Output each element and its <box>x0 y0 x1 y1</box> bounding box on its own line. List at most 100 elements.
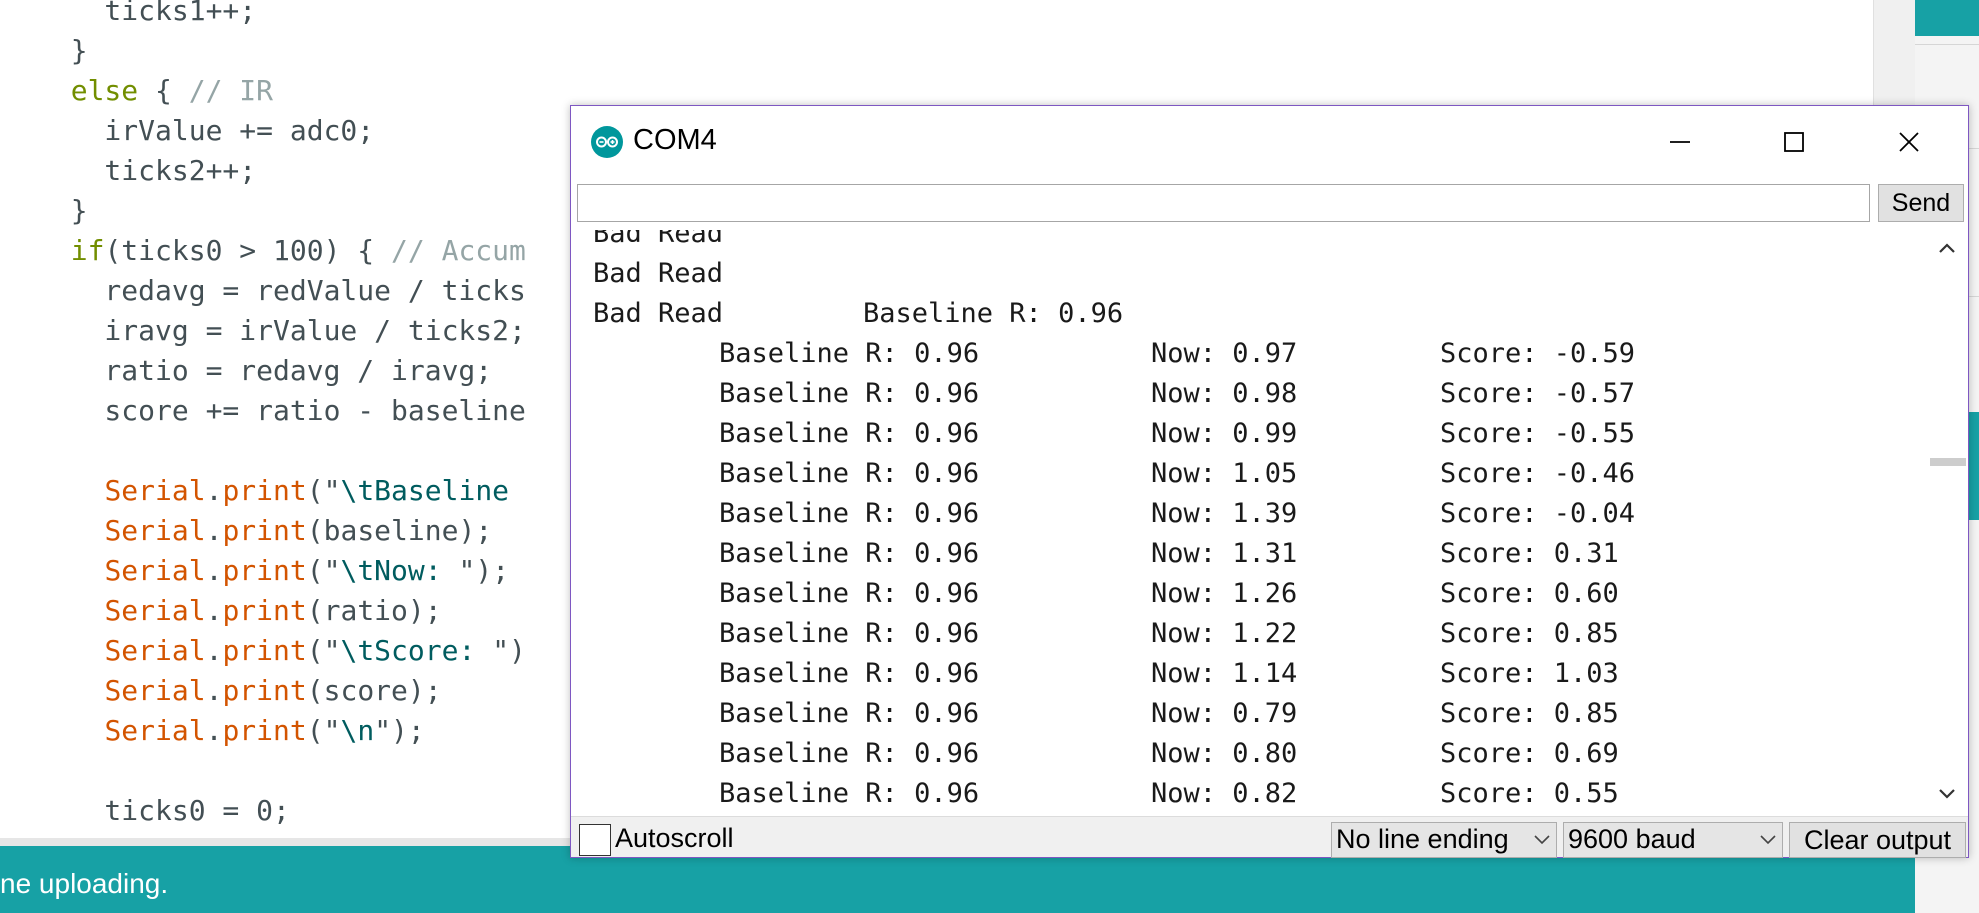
code-line: ticks0 = 0; <box>37 791 290 831</box>
code-token: Serial <box>104 554 206 587</box>
line-ending-value: No line ending <box>1336 824 1509 854</box>
serial-input[interactable] <box>577 184 1870 222</box>
output-text: Score: -0.57 <box>1440 378 1636 409</box>
send-row: Send <box>571 178 1968 230</box>
output-text: Now: 0.99 <box>1151 418 1298 449</box>
code-token: . <box>205 514 223 547</box>
status-message: ne uploading. <box>0 868 169 899</box>
code-token: Serial <box>104 474 206 507</box>
right-panel-tab <box>1915 0 1979 36</box>
output-line: Baseline R: 0.96 Now: 0.82 Score: 0.55 <box>593 774 1913 814</box>
scroll-thumb[interactable] <box>1930 458 1966 466</box>
output-text: Now: 0.82 <box>1151 778 1298 809</box>
output-text: Baseline R: 0.96 <box>719 418 980 449</box>
code-token: print <box>222 474 307 507</box>
output-text: Now: 1.05 <box>1151 458 1298 489</box>
code-token: Serial <box>104 634 206 667</box>
title-bar[interactable]: COM4 <box>571 106 1968 178</box>
output-text: Now: 0.97 <box>1151 338 1298 369</box>
code-line: if(ticks0 > 100) { // Accum <box>37 231 526 271</box>
code-token: print <box>222 554 307 587</box>
output-text: Score: -0.46 <box>1440 458 1636 489</box>
code-token: { <box>138 74 189 107</box>
baud-rate-value: 9600 baud <box>1568 824 1696 854</box>
line-ending-select[interactable]: No line ending <box>1331 822 1557 858</box>
output-text: Bad Read <box>593 298 724 329</box>
minimize-button[interactable] <box>1625 106 1735 178</box>
code-token: (ticks0 > 100) { <box>104 234 392 267</box>
code-token: (ratio); <box>306 594 442 627</box>
right-panel-marker <box>1969 412 1979 520</box>
code-token: Serial <box>104 514 206 547</box>
code-token: . <box>205 594 223 627</box>
close-button[interactable] <box>1854 106 1964 178</box>
output-text: Score: -0.55 <box>1440 418 1636 449</box>
code-token: if <box>37 234 105 267</box>
code-token: print <box>222 634 307 667</box>
minimize-icon <box>1670 141 1690 143</box>
code-line: else { // IR <box>37 71 273 111</box>
autoscroll-label[interactable]: Autoscroll <box>615 823 734 854</box>
code-token: (baseline); <box>306 514 493 547</box>
output-text: Baseline R: 0.96 <box>719 738 980 769</box>
output-text: Now: 0.98 <box>1151 378 1298 409</box>
scroll-down-button[interactable] <box>1926 778 1968 812</box>
code-token: Serial <box>104 594 206 627</box>
code-line: Serial.print(baseline); <box>37 511 492 551</box>
code-line: Serial.print("\tBaseline <box>37 471 509 511</box>
baud-rate-select[interactable]: 9600 baud <box>1563 822 1783 858</box>
code-line: Serial.print("\tNow: "); <box>37 551 509 591</box>
scroll-up-button[interactable] <box>1926 232 1968 266</box>
code-token: \n <box>340 714 375 747</box>
output-text: Baseline R: 0.96 <box>863 298 1124 329</box>
code-token: redavg = redValue / ticks <box>37 274 526 307</box>
output-text: Baseline R: 0.96 <box>719 658 980 689</box>
output-text: Score: 0.31 <box>1440 538 1619 569</box>
code-token: (" <box>306 474 341 507</box>
code-token: ticks0 = 0; <box>37 794 290 827</box>
code-line: redavg = redValue / ticks <box>37 271 526 311</box>
output-line: Baseline R: 0.96 Now: 1.05 Score: -0.46 <box>593 454 1913 494</box>
code-line: } <box>37 31 88 71</box>
code-line: Serial.print("\n"); <box>37 711 424 751</box>
autoscroll-checkbox[interactable] <box>579 824 611 856</box>
output-line: Bad Read Baseline R: 0.96 <box>593 294 1913 334</box>
code-token: "); <box>458 554 510 587</box>
output-line: Baseline R: 0.96 Now: 1.31 Score: 0.31 <box>593 534 1913 574</box>
code-line: Serial.print(ratio); <box>37 591 442 631</box>
code-line: iravg = irValue / ticks2; <box>37 311 525 351</box>
code-token: print <box>222 594 307 627</box>
send-button[interactable]: Send <box>1878 184 1964 222</box>
output-line: Baseline R: 0.96 Now: 0.98 Score: -0.57 <box>593 374 1913 414</box>
code-token: ticks1++; <box>37 0 257 27</box>
code-token: . <box>205 474 223 507</box>
chevron-down-icon <box>1534 835 1550 845</box>
serial-output[interactable]: Bad Read Bad Read Bad Read Baseline R: 0.96… <box>571 230 1968 816</box>
maximize-button[interactable] <box>1739 106 1849 178</box>
output-line: Baseline R: 0.96 Now: 0.80 Score: 0.69 <box>593 734 1913 774</box>
output-text: Bad Read <box>593 258 724 289</box>
code-token: ratio = redavg / iravg; <box>37 354 493 387</box>
clear-output-button[interactable]: Clear output <box>1789 822 1966 858</box>
code-token: (" <box>306 554 341 587</box>
code-token: print <box>222 674 307 707</box>
output-line: Baseline R: 0.96 Now: 0.79 Score: 0.85 <box>593 694 1913 734</box>
output-text: Baseline R: 0.96 <box>719 498 980 529</box>
output-text: Score: 1.03 <box>1440 658 1619 689</box>
output-text: Now: 1.26 <box>1151 578 1298 609</box>
output-line: Baseline R: 0.96 Now: 1.14 Score: 1.03 <box>593 654 1913 694</box>
code-token: \tBaseline <box>340 474 510 507</box>
code-token: Serial <box>104 714 206 747</box>
code-token: irValue += adc0; <box>37 114 375 147</box>
window-title: COM4 <box>633 124 717 156</box>
output-line: Baseline R: 0.96 Now: 1.22 Score: 0.85 <box>593 614 1913 654</box>
output-scrollbar[interactable] <box>1926 230 1968 816</box>
serial-monitor-window: COM4 Send Bad Read Bad Read Bad Read Baseli… <box>570 105 1969 858</box>
output-text: Score: 0.55 <box>1440 778 1619 809</box>
output-text: Score: -0.04 <box>1440 498 1636 529</box>
output-line: Baseline R: 0.96 Now: 0.99 Score: -0.55 <box>593 414 1913 454</box>
